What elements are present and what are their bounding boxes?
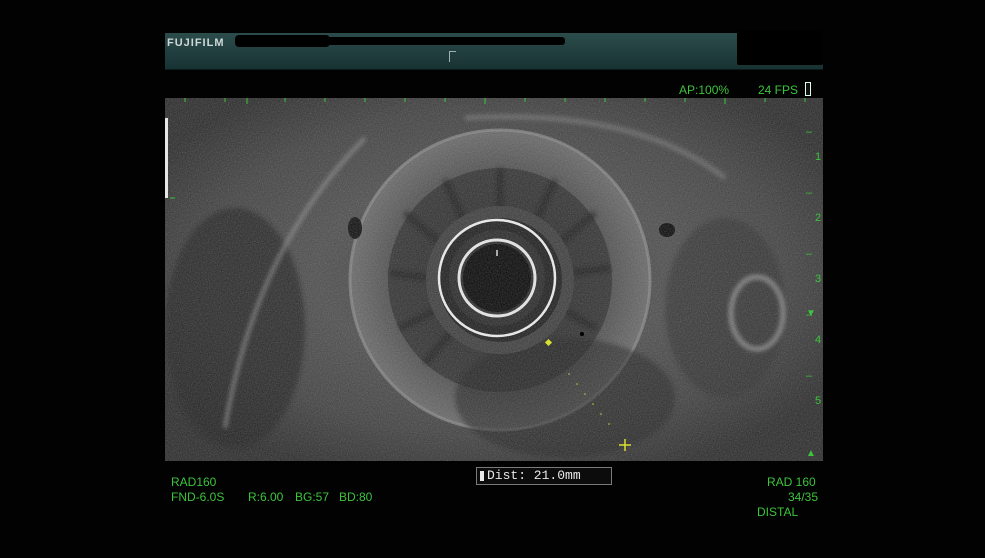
gain-bar — [165, 118, 168, 198]
header-marker-icon — [449, 51, 456, 62]
depth-label: 3 — [815, 273, 822, 285]
ultrasound-screen: FUJIFILM AP:100% 24 FPS – – – – – 1 2 3 … — [0, 0, 985, 558]
ultrasound-image-frame — [165, 98, 823, 461]
brand-logo: FUJIFILM — [167, 37, 225, 49]
redacted-patient-info — [235, 35, 330, 47]
depth-label: 2 — [815, 212, 822, 224]
focus-marker-icon: ▼ — [806, 308, 816, 319]
frame-rate: 24 FPS — [758, 83, 799, 97]
depth-label: 5 — [815, 395, 822, 407]
setting-range: R:6.00 — [248, 490, 284, 504]
redacted-id-info — [737, 31, 823, 65]
redacted-patient-info — [325, 37, 565, 45]
depth-scale: – – – – – 1 2 3 4 5 ▼ ▲ — [806, 126, 822, 459]
measurement-cursor-icon — [480, 471, 484, 481]
probe-label-right: RAD 160 — [767, 475, 816, 489]
setting-bd: BD:80 — [339, 490, 373, 504]
frame-rate-indicator-icon — [805, 82, 811, 96]
setting-mode: FND-6.0S — [171, 490, 225, 504]
probe-label-left: RAD160 — [171, 475, 217, 489]
header-bar: FUJIFILM — [165, 31, 823, 70]
ultrasound-image — [165, 98, 823, 461]
setting-bg: BG:57 — [295, 490, 330, 504]
frame-counter: 34/35 — [788, 490, 819, 504]
distance-value: Dist: 21.0mm — [487, 468, 581, 483]
depth-label: 4 — [815, 334, 822, 346]
scale-end-marker-icon: ▲ — [806, 448, 816, 459]
acoustic-power: AP:100% — [679, 83, 730, 97]
depth-label: 1 — [815, 151, 822, 163]
distance-measurement: Dist: 21.0mm — [476, 467, 612, 485]
scan-position: DISTAL — [757, 505, 799, 519]
